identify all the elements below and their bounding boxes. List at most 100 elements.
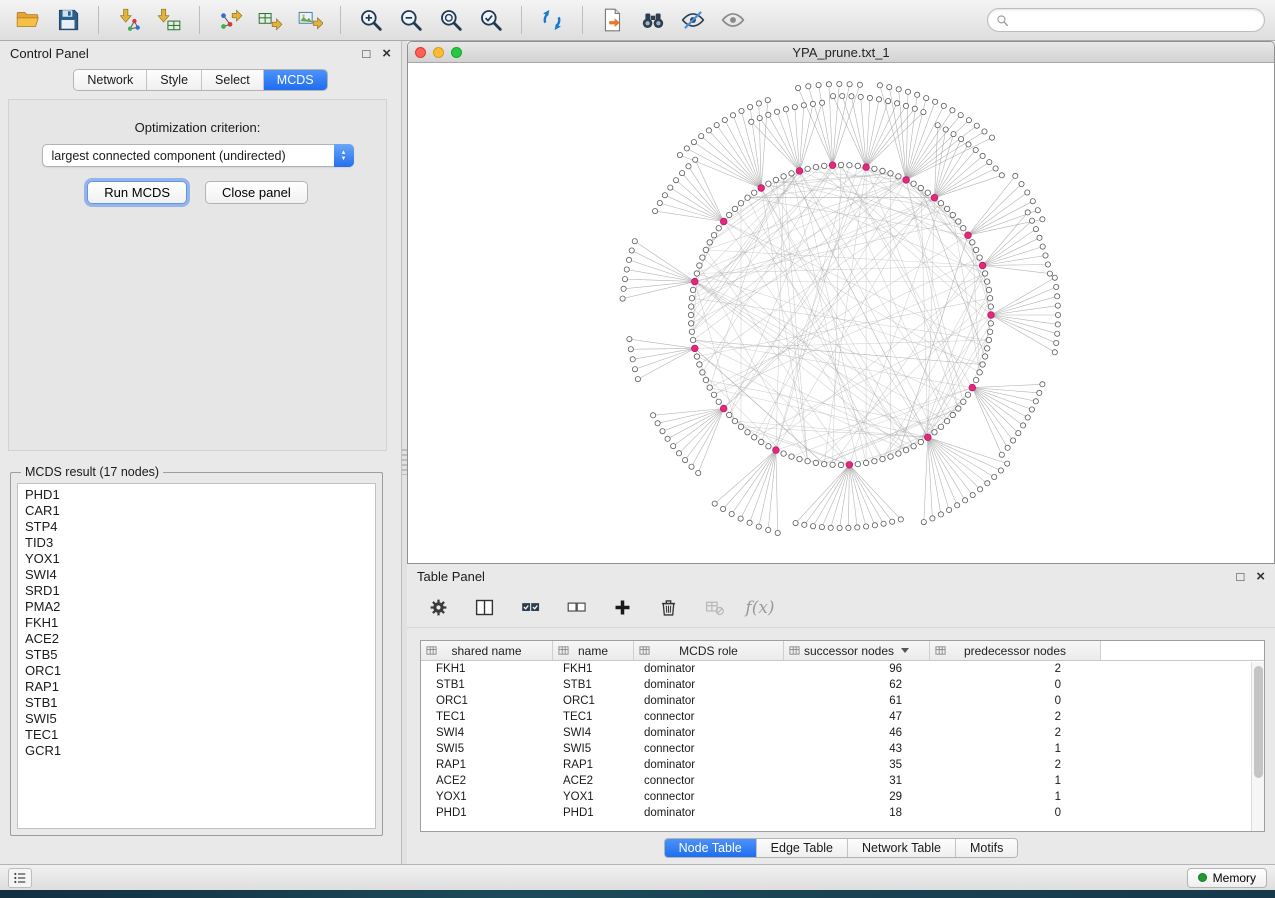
- tab-mcds[interactable]: MCDS: [264, 70, 327, 90]
- delete-row-button[interactable]: [655, 595, 681, 621]
- task-history-button[interactable]: [8, 868, 32, 888]
- close-panel-icon[interactable]: ×: [382, 47, 391, 60]
- memory-button[interactable]: Memory: [1187, 868, 1267, 888]
- document-share-icon: [600, 7, 626, 33]
- open-file-button[interactable]: [10, 4, 46, 36]
- table-cell: FKH1: [553, 663, 634, 675]
- mcds-result-item[interactable]: ORC1: [18, 663, 375, 679]
- column-header-name[interactable]: name: [553, 641, 634, 660]
- table-row[interactable]: PHD1PHD1dominator180: [421, 805, 1264, 821]
- table-cell: 2: [930, 727, 1101, 739]
- export-network-button[interactable]: [212, 4, 248, 36]
- table-cell: 43: [784, 743, 930, 755]
- mcds-result-item[interactable]: SRD1: [18, 583, 375, 599]
- zoom-selected-button[interactable]: [473, 4, 509, 36]
- add-row-button[interactable]: [609, 595, 635, 621]
- column-header-MCDS-role[interactable]: MCDS role: [634, 641, 784, 660]
- deselect-all-button[interactable]: [563, 595, 589, 621]
- column-header-successor-nodes[interactable]: successor nodes: [784, 641, 930, 660]
- mcds-result-item[interactable]: PMA2: [18, 599, 375, 615]
- mcds-result-item[interactable]: STP4: [18, 519, 375, 535]
- column-layout-button[interactable]: [471, 595, 497, 621]
- mcds-result-list[interactable]: PHD1CAR1STP4TID3YOX1SWI4SRD1PMA2FKH1ACE2…: [17, 483, 376, 829]
- scrollbar-thumb[interactable]: [1254, 666, 1263, 778]
- table-row[interactable]: STB1STB1dominator620: [421, 677, 1264, 693]
- table-scrollbar[interactable]: [1251, 662, 1264, 831]
- tab-node-table[interactable]: Node Table: [665, 839, 757, 857]
- search-input[interactable]: [1014, 13, 1256, 27]
- tab-edge-table[interactable]: Edge Table: [757, 839, 848, 857]
- export-document-button[interactable]: [595, 4, 631, 36]
- export-table-button[interactable]: [252, 4, 288, 36]
- mcds-result-item[interactable]: TID3: [18, 535, 375, 551]
- table-row[interactable]: RAP1RAP1dominator352: [421, 757, 1264, 773]
- table-settings-button[interactable]: [425, 595, 451, 621]
- tab-motifs[interactable]: Motifs: [956, 839, 1017, 857]
- mcds-result-item[interactable]: RAP1: [18, 679, 375, 695]
- import-network-button[interactable]: [111, 4, 147, 36]
- table-row[interactable]: ORC1ORC1dominator610: [421, 693, 1264, 709]
- table-cell: connector: [634, 711, 784, 723]
- table-row[interactable]: FKH1FKH1dominator962: [421, 661, 1264, 677]
- column-sort-icon: [558, 645, 569, 659]
- mcds-result-item[interactable]: STB1: [18, 695, 375, 711]
- zoom-in-button[interactable]: [353, 4, 389, 36]
- table-cell: 0: [930, 807, 1101, 819]
- table-cell: SWI5: [421, 743, 553, 755]
- float-panel-icon[interactable]: □: [1236, 570, 1244, 583]
- tab-select[interactable]: Select: [202, 70, 264, 90]
- mcds-result-item[interactable]: FKH1: [18, 615, 375, 631]
- float-panel-icon[interactable]: □: [362, 47, 370, 60]
- style-preview-button[interactable]: [675, 4, 711, 36]
- toolbar-divider: [582, 6, 583, 34]
- table-cell: TEC1: [553, 711, 634, 723]
- desktop-background: [0, 890, 1275, 898]
- table-row[interactable]: TEC1TEC1connector472: [421, 709, 1264, 725]
- mcds-result-item[interactable]: PHD1: [18, 487, 375, 503]
- table-tabs-row: Node TableEdge TableNetwork TableMotifs: [407, 838, 1275, 858]
- tab-network-table[interactable]: Network Table: [848, 839, 956, 857]
- import-table-button[interactable]: [151, 4, 187, 36]
- close-panel-button[interactable]: Close panel: [205, 181, 308, 204]
- network-graph[interactable]: [408, 63, 1274, 563]
- table-row[interactable]: SWI5SWI5connector431: [421, 741, 1264, 757]
- zoom-fit-button[interactable]: [433, 4, 469, 36]
- search-network-button[interactable]: [635, 4, 671, 36]
- network-canvas[interactable]: [408, 63, 1274, 564]
- mcds-result-item[interactable]: SWI4: [18, 567, 375, 583]
- table-row[interactable]: YOX1YOX1connector291: [421, 789, 1264, 805]
- tab-network[interactable]: Network: [74, 70, 147, 90]
- select-all-button[interactable]: [517, 595, 543, 621]
- mcds-result-item[interactable]: YOX1: [18, 551, 375, 567]
- mcds-result-item[interactable]: TEC1: [18, 727, 375, 743]
- export-table-icon: [257, 7, 283, 33]
- run-mcds-button[interactable]: Run MCDS: [87, 181, 187, 204]
- table-cell: 62: [784, 679, 930, 691]
- table-row[interactable]: SWI4SWI4dominator462: [421, 725, 1264, 741]
- mcds-result-item[interactable]: ACE2: [18, 631, 375, 647]
- dropdown-stepper-icon: ▲▼: [334, 144, 354, 167]
- zoom-out-button[interactable]: [393, 4, 429, 36]
- refresh-layout-button[interactable]: [534, 4, 570, 36]
- search-box[interactable]: [987, 8, 1265, 32]
- close-panel-icon[interactable]: ×: [1256, 570, 1265, 583]
- column-header-predecessor-nodes[interactable]: predecessor nodes: [930, 641, 1101, 660]
- table-cell: TEC1: [421, 711, 553, 723]
- mcds-result-item[interactable]: SWI5: [18, 711, 375, 727]
- mcds-result-item[interactable]: CAR1: [18, 503, 375, 519]
- table-row[interactable]: ACE2ACE2connector311: [421, 773, 1264, 789]
- delete-table-button-disabled: [701, 595, 727, 621]
- sort-direction-icon: [901, 648, 909, 653]
- mcds-result-item[interactable]: STB5: [18, 647, 375, 663]
- table-cell: connector: [634, 743, 784, 755]
- show-graphics-details-button[interactable]: [715, 4, 751, 36]
- export-image-button[interactable]: [292, 4, 328, 36]
- mcds-result-item[interactable]: GCR1: [18, 743, 375, 759]
- control-panel-title: Control Panel: [10, 46, 89, 61]
- tab-style[interactable]: Style: [147, 70, 202, 90]
- optimization-dropdown[interactable]: largest connected component (undirected)…: [42, 144, 354, 167]
- save-session-button[interactable]: [50, 4, 86, 36]
- function-builder-button-disabled: f(x): [747, 595, 773, 621]
- toolbar-divider: [340, 6, 341, 34]
- column-header-shared-name[interactable]: shared name: [421, 641, 553, 660]
